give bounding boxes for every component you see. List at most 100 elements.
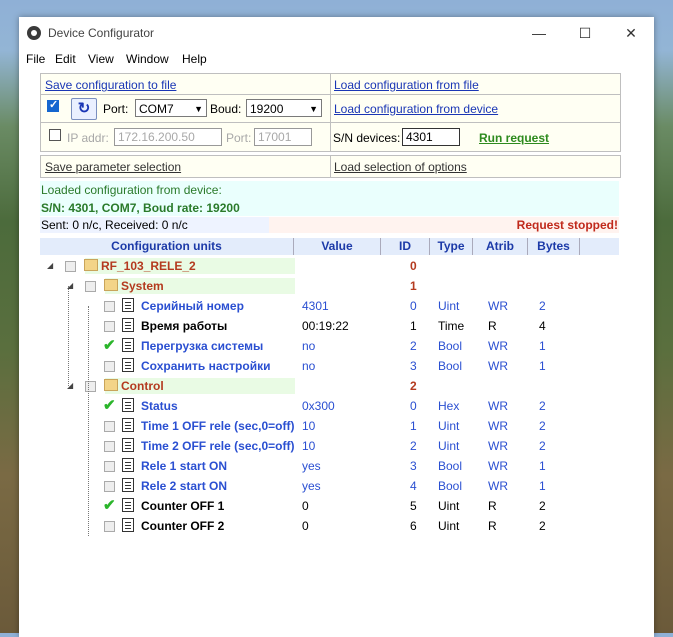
row-checkbox[interactable] [104,461,115,472]
table-row[interactable]: Status 0x300 0 Hex WR 2 [40,396,619,416]
run-request-link[interactable]: Run request [479,131,549,145]
row-value[interactable]: 0 [302,499,309,513]
col-value[interactable]: Value [294,238,381,255]
minimize-button[interactable]: — [516,17,562,49]
chevron-down-icon: ▼ [309,104,318,114]
group-name: Control [121,379,164,393]
row-bytes: 1 [539,359,546,373]
baud-label: Boud: [210,102,242,116]
table-row[interactable]: Time 1 OFF rele (sec,0=off) 10 1 Uint WR 2 [40,416,619,436]
row-checkbox[interactable] [103,396,116,414]
refresh-icon[interactable]: ↻ [71,98,97,120]
row-checkbox[interactable] [104,521,115,532]
collapse-icon[interactable]: ◢ [47,261,53,270]
row-bytes: 1 [539,339,546,353]
row-name: Rele 2 start ON [141,479,228,493]
table-row[interactable]: Rele 2 start ON yes 4 Bool WR 1 [40,476,619,496]
table-row[interactable]: Серийный номер 4301 0 Uint WR 2 [40,296,619,316]
row-value[interactable]: 10 [302,439,315,453]
row-id: 2 [410,339,417,353]
maximize-button[interactable]: ☐ [562,17,608,49]
port-select[interactable]: COM7 ▼ [135,99,207,117]
col-bytes[interactable]: Bytes [528,238,580,255]
row-checkbox[interactable] [104,361,115,372]
document-icon [122,438,134,452]
tree-group[interactable]: ◢ Control 2 [40,376,619,396]
load-config-file-link[interactable]: Load configuration from file [334,78,479,92]
col-config-units[interactable]: Configuration units [40,238,294,255]
row-checkbox[interactable] [104,321,115,332]
document-icon [122,298,134,312]
tree-root[interactable]: ◢ RF_103_RELE_2 0 [40,256,619,276]
row-atrib: WR [488,299,508,313]
row-bytes: 2 [539,299,546,313]
row-checkbox[interactable] [103,336,116,354]
row-type: Hex [438,399,460,413]
table-row[interactable]: Перегрузка системы no 2 Bool WR 1 [40,336,619,356]
row-type: Bool [438,339,463,353]
save-config-link[interactable]: Save configuration to file [45,78,176,92]
row-id: 3 [410,359,417,373]
menu-file[interactable]: File [26,52,45,66]
row-value[interactable]: 00:19:22 [302,319,349,333]
connection-panel: Save configuration to file Load configur… [40,73,621,152]
serial-mode-checkbox[interactable] [47,98,59,112]
menu-bar: File Edit View Window Help [19,49,654,69]
row-checkbox[interactable] [104,301,115,312]
table-row[interactable]: Counter OFF 1 0 5 Uint R 2 [40,496,619,516]
row-value[interactable]: no [302,339,315,353]
ip-label: IP addr: [67,131,109,145]
load-selection-link[interactable]: Load selection of options [334,160,467,174]
row-atrib: WR [488,479,508,493]
row-id: 4 [410,479,417,493]
row-value[interactable]: yes [302,459,321,473]
row-value[interactable]: no [302,359,315,373]
row-value[interactable]: 10 [302,419,315,433]
table-row[interactable]: Время работы 00:19:22 1 Time R 4 [40,316,619,336]
document-icon [122,338,134,352]
table-row[interactable]: Time 2 OFF rele (sec,0=off) 10 2 Uint WR 2 [40,436,619,456]
document-icon [122,458,134,472]
chevron-down-icon: ▼ [194,104,203,114]
menu-edit[interactable]: Edit [55,52,76,66]
row-value[interactable]: 4301 [302,299,329,313]
menu-window[interactable]: Window [126,52,169,66]
row-type: Uint [438,519,460,533]
row-bytes: 2 [539,399,546,413]
table-row[interactable]: Сохранить настройки no 3 Bool WR 1 [40,356,619,376]
row-type: Uint [438,419,460,433]
row-checkbox[interactable] [85,381,96,392]
row-checkbox[interactable] [85,281,96,292]
col-id[interactable]: ID [381,238,430,255]
document-icon [122,498,134,512]
row-name: Counter OFF 2 [141,519,225,533]
save-param-link[interactable]: Save parameter selection [45,160,181,174]
table-row[interactable]: Counter OFF 2 0 6 Uint R 2 [40,516,619,536]
row-checkbox[interactable] [104,481,115,492]
port-label: Port: [103,102,129,116]
close-button[interactable]: ✕ [608,17,654,49]
load-config-device-link[interactable]: Load configuration from device [334,102,498,116]
ip-port-input[interactable]: 17001 [254,128,312,146]
tree-group[interactable]: ◢ System 1 [40,276,619,296]
row-value[interactable]: 0 [302,519,309,533]
col-type[interactable]: Type [430,238,473,255]
app-window: Device Configurator — ☐ ✕ File Edit View… [19,17,654,637]
title-bar: Device Configurator — ☐ ✕ [19,17,654,49]
ip-input[interactable]: 172.16.200.50 [114,128,222,146]
ip-mode-checkbox[interactable] [49,129,61,141]
menu-view[interactable]: View [88,52,114,66]
row-checkbox[interactable] [103,496,116,514]
row-checkbox[interactable] [104,441,115,452]
sn-input[interactable]: 4301 [402,128,460,146]
menu-help[interactable]: Help [182,52,207,66]
baud-select[interactable]: 19200 ▼ [246,99,322,117]
table-row[interactable]: Rele 1 start ON yes 3 Bool WR 1 [40,456,619,476]
row-atrib: WR [488,339,508,353]
row-value[interactable]: yes [302,479,321,493]
row-checkbox[interactable] [104,421,115,432]
row-value[interactable]: 0x300 [302,399,335,413]
col-atrib[interactable]: Atrib [473,238,528,255]
row-checkbox[interactable] [65,261,76,272]
document-icon [122,318,134,332]
